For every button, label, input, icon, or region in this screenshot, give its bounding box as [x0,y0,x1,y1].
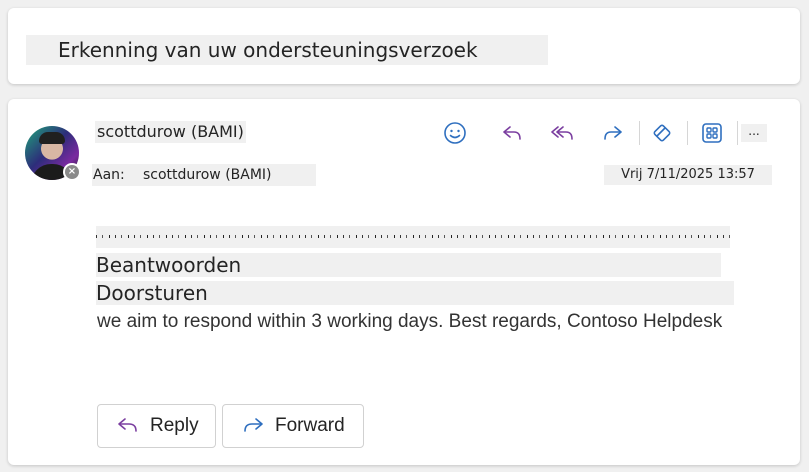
forward-icon [244,418,263,432]
reply-all-icon[interactable] [547,119,577,147]
reply-button-label: Reply [150,415,199,436]
reply-icon [118,418,137,432]
body-redacted-line [96,226,730,248]
body-forward-text: Doorsturen [96,281,734,305]
toolbar-divider [687,121,688,145]
reply-icon[interactable] [497,119,527,147]
recipient-row: Aan: scottdurow (BAMI) [92,164,316,186]
subject-card: Erkenning van uw ondersteuningsverzoek [8,8,800,84]
message-date: Vrij 7/11/2025 13:57 [604,165,772,185]
forward-button[interactable]: Forward [222,404,364,448]
to-label: Aan: [93,167,125,183]
recipient-name[interactable]: scottdurow (BAMI) [143,164,272,186]
message-body: we aim to respond within 3 working days.… [97,311,723,332]
presence-status-icon: × [63,163,81,181]
loop-icon[interactable] [647,119,677,147]
toolbar-divider [737,121,738,145]
sender-name[interactable]: scottdurow (BAMI) [95,121,246,143]
message-card: × scottdurow (BAMI) ... Aan: scottdurow … [8,99,800,465]
reply-button[interactable]: Reply [97,404,216,448]
more-icon[interactable]: ... [741,124,767,142]
apps-icon[interactable] [697,119,727,147]
email-subject: Erkenning van uw ondersteuningsverzoek [26,35,548,65]
forward-button-label: Forward [275,415,345,436]
forward-icon[interactable] [598,119,628,147]
emoji-icon[interactable] [440,119,470,147]
toolbar-divider [639,121,640,145]
body-reply-text: Beantwoorden [96,253,721,277]
